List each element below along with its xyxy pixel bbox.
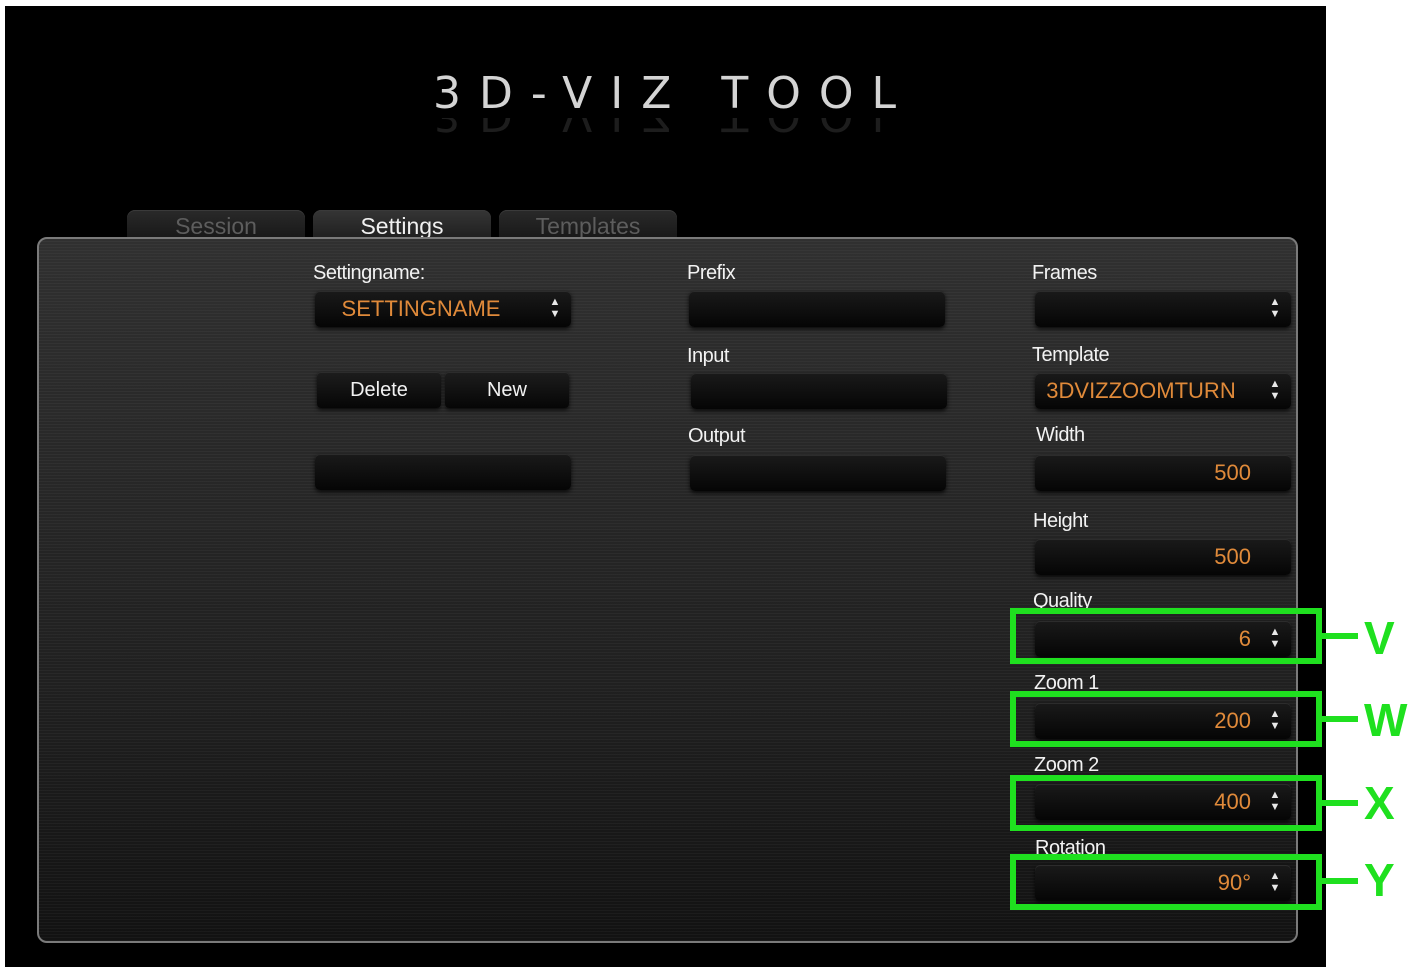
highlight-connector-y [1322,878,1358,884]
annotation-label-y: Y [1364,854,1395,906]
settingname-label: Settingname: [313,262,425,284]
setting-extra-field[interactable] [315,454,571,490]
output-label: Output [688,425,746,447]
height-value: 500 [1214,544,1251,569]
input-path-input[interactable] [691,373,947,409]
width-label: Width [1036,424,1085,446]
prefix-input[interactable] [689,291,945,327]
template-value: 3DVIZZOOMTURN [1046,378,1236,403]
delete-button[interactable]: Delete [317,372,441,408]
settingname-select[interactable]: SETTINGNAME ▲ ▼ [315,291,571,327]
frames-stepper[interactable]: ▲ ▼ [1035,291,1291,327]
width-value: 500 [1214,460,1251,485]
height-input[interactable]: 500 [1035,539,1291,575]
output-path-input[interactable] [690,455,946,491]
prefix-label: Prefix [687,262,736,284]
height-label: Height [1033,510,1088,532]
highlight-connector-x [1322,800,1358,806]
highlight-box-y [1010,854,1322,910]
highlight-connector-w [1322,716,1358,722]
settingname-value: SETTINGNAME [341,296,501,321]
width-input[interactable]: 500 [1035,455,1291,491]
up-down-spinner-icon[interactable]: ▲ ▼ [1267,378,1283,404]
input-label: Input [687,345,729,367]
highlight-box-v [1010,608,1322,664]
highlight-connector-v [1322,633,1358,639]
highlight-box-w [1010,691,1322,747]
up-down-spinner-icon[interactable]: ▲ ▼ [1267,296,1283,322]
up-down-spinner-icon[interactable]: ▲ ▼ [547,296,563,322]
template-label: Template [1032,344,1110,366]
template-select[interactable]: 3DVIZZOOMTURN ▲ ▼ [1035,373,1291,409]
annotation-label-w: W [1364,694,1408,746]
annotation-label-x: X [1364,777,1395,829]
zoom2-label: Zoom 2 [1034,754,1099,776]
settings-panel: Settingname: SETTINGNAME ▲ ▼ Delete New P… [37,237,1298,943]
new-button[interactable]: New [445,372,569,408]
app-title-reflection: 3D-VIZ TOOL [13,118,1334,140]
frames-label: Frames [1032,262,1097,284]
highlight-box-x [1010,775,1322,831]
annotation-label-v: V [1364,612,1395,664]
app-title: 3D-VIZ TOOL [432,68,915,119]
